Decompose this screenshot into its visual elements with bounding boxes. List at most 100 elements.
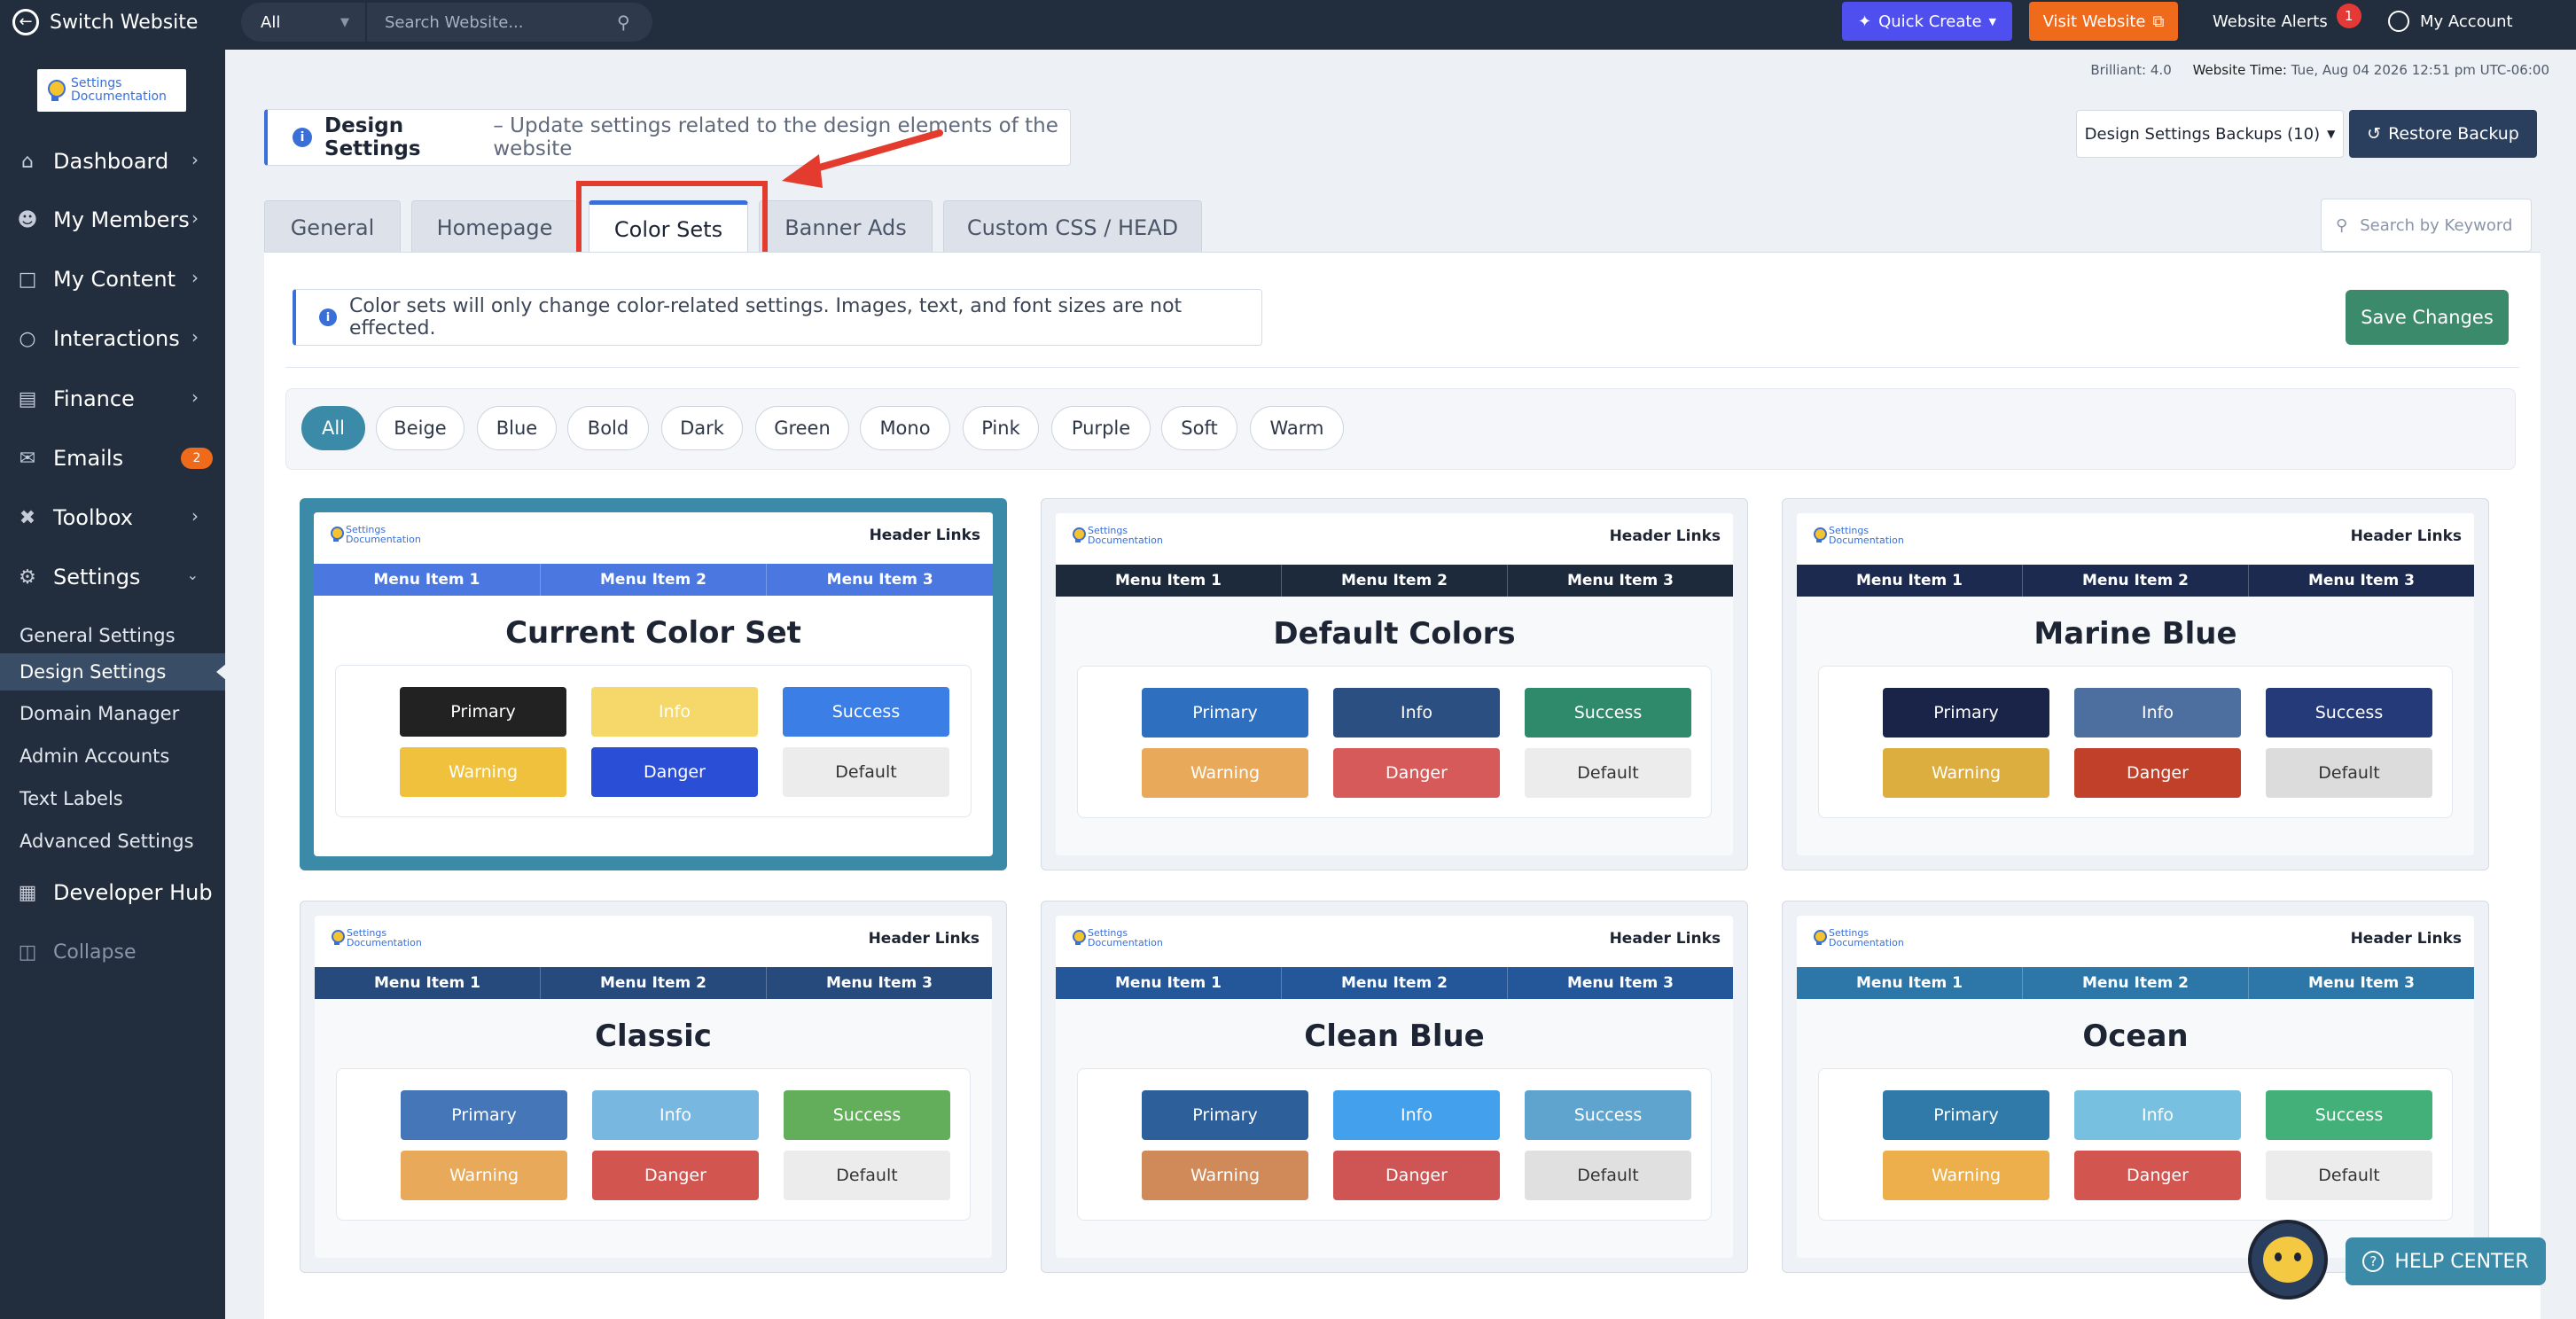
sidebar-collapse-button[interactable]: ◫ Collapse bbox=[0, 925, 225, 979]
tab-custom-css-head[interactable]: Custom CSS / HEAD bbox=[943, 200, 1202, 254]
website-alerts-label: Website Alerts bbox=[2213, 12, 2328, 31]
site-logo[interactable]: Settings Documentation bbox=[37, 69, 186, 112]
filter-chip-mono[interactable]: Mono bbox=[860, 406, 950, 450]
preview-menu: Menu Item 1 Menu Item 2 Menu Item 3 bbox=[1797, 967, 2474, 999]
tab-banner-ads[interactable]: Banner Ads bbox=[759, 200, 933, 254]
lightbulb-icon bbox=[1813, 929, 1827, 947]
sidebar-sub-general-settings[interactable]: General Settings bbox=[0, 617, 225, 654]
preview-menu-item: Menu Item 1 bbox=[315, 967, 541, 999]
preview-button-warning: Warning bbox=[1142, 1151, 1308, 1200]
lightbulb-icon bbox=[46, 78, 66, 103]
external-link-icon: ⧉ bbox=[2152, 12, 2165, 31]
scope-select[interactable]: All ▼ bbox=[241, 3, 367, 42]
folder-icon: □ bbox=[18, 268, 37, 291]
switch-website-button[interactable]: ← Switch Website bbox=[12, 0, 198, 44]
switch-website-label: Switch Website bbox=[50, 11, 199, 34]
sidebar-sub-text-labels[interactable]: Text Labels bbox=[0, 780, 225, 817]
color-set-card[interactable]: Settings Documentation Header Links Menu It… bbox=[300, 498, 1007, 870]
filter-chip-beige[interactable]: Beige bbox=[376, 406, 464, 450]
chevron-right-icon: › bbox=[191, 207, 199, 229]
filter-chip-bold[interactable]: Bold bbox=[567, 406, 649, 450]
my-account-button[interactable]: My Account bbox=[2388, 0, 2513, 43]
website-search: All ▼ Search Website... ⚲ bbox=[241, 3, 652, 42]
sidebar-sub-advanced-settings[interactable]: Advanced Settings bbox=[0, 823, 225, 860]
preview-menu-item: Menu Item 1 bbox=[1797, 967, 2023, 999]
keyword-search-input[interactable]: ⚲ Search by Keyword bbox=[2321, 199, 2532, 252]
color-set-card[interactable]: Settings Documentation Header Links Menu It… bbox=[1782, 901, 2489, 1273]
website-alerts-button[interactable]: Website Alerts 1 bbox=[2213, 0, 2361, 43]
lightbulb-icon bbox=[1072, 527, 1086, 544]
preview-button-default: Default bbox=[2266, 748, 2432, 798]
help-bot-avatar[interactable] bbox=[2248, 1220, 2328, 1299]
preview-button-group: Primary Info Success Warning Danger Default bbox=[335, 665, 972, 817]
preview-button-success: Success bbox=[1525, 1090, 1691, 1140]
preview-button-danger: Danger bbox=[2074, 1151, 2241, 1200]
quick-create-button[interactable]: ✦ Quick Create ▼ bbox=[1842, 2, 2012, 41]
members-icon: ☻ bbox=[17, 208, 38, 231]
question-icon: ? bbox=[2362, 1251, 2385, 1272]
search-input[interactable]: Search Website... bbox=[367, 13, 617, 32]
filter-chip-soft[interactable]: Soft bbox=[1161, 406, 1237, 450]
color-set-card[interactable]: Settings Documentation Header Links Menu It… bbox=[1782, 498, 2489, 870]
preview-button-warning: Warning bbox=[1883, 1151, 2049, 1200]
sidebar-item-settings[interactable]: ⚙ Settings ⌄ bbox=[0, 550, 225, 604]
preview-menu-item: Menu Item 2 bbox=[1282, 967, 1508, 999]
sidebar-sub-domain-manager[interactable]: Domain Manager bbox=[0, 695, 225, 732]
help-center-button[interactable]: ? HELP CENTER bbox=[2346, 1237, 2546, 1285]
color-set-card[interactable]: Settings Documentation Header Links Menu It… bbox=[300, 901, 1007, 1273]
chevron-right-icon: › bbox=[191, 267, 199, 288]
chevron-right-icon: › bbox=[191, 326, 199, 347]
preview-button-primary: Primary bbox=[1142, 1090, 1308, 1140]
divider bbox=[285, 367, 2519, 368]
filter-chip-green[interactable]: Green bbox=[755, 406, 849, 450]
preview-button-danger: Danger bbox=[1333, 1151, 1500, 1200]
filter-chip-blue[interactable]: Blue bbox=[477, 406, 557, 450]
search-icon[interactable]: ⚲ bbox=[617, 12, 652, 33]
sidebar-item-developer-hub[interactable]: ▦ Developer Hub bbox=[0, 866, 225, 919]
color-set-preview: Settings Documentation Header Links Menu It… bbox=[314, 512, 993, 856]
preview-menu: Menu Item 1 Menu Item 2 Menu Item 3 bbox=[315, 967, 992, 999]
preview-menu-item: Menu Item 2 bbox=[541, 564, 768, 596]
visit-website-button[interactable]: Visit Website ⧉ bbox=[2029, 2, 2178, 41]
tab-general[interactable]: General bbox=[264, 200, 401, 254]
preview-button-primary: Primary bbox=[400, 687, 566, 737]
tab-homepage[interactable]: Homepage bbox=[411, 200, 578, 254]
sidebar-item-emails[interactable]: ✉ Emails 2 bbox=[0, 432, 225, 485]
sidebar-item-interactions[interactable]: ○ Interactions › bbox=[0, 312, 225, 365]
sidebar-item-my-content[interactable]: □ My Content › bbox=[0, 253, 225, 306]
preview-button-warning: Warning bbox=[1883, 748, 2049, 798]
preview-header: Settings Documentation Header Links bbox=[1056, 513, 1733, 565]
preview-header: Settings Documentation Header Links bbox=[1797, 513, 2474, 565]
color-set-preview: Settings Documentation Header Links Menu It… bbox=[1056, 513, 1733, 855]
preview-menu: Menu Item 1 Menu Item 2 Menu Item 3 bbox=[1056, 967, 1733, 999]
restore-backup-button[interactable]: ↺ Restore Backup bbox=[2349, 110, 2537, 158]
design-backups-dropdown[interactable]: Design Settings Backups (10) ▼ bbox=[2076, 110, 2344, 158]
page-title: Design Settings bbox=[324, 114, 421, 160]
save-changes-button[interactable]: Save Changes bbox=[2346, 290, 2509, 345]
preview-button-danger: Danger bbox=[591, 747, 758, 797]
preview-button-group: Primary Info Success Warning Danger Default bbox=[336, 1068, 971, 1221]
sidebar-item-finance[interactable]: ▤ Finance › bbox=[0, 372, 225, 425]
sidebar-item-my-members[interactable]: ☻ My Members › bbox=[0, 193, 225, 246]
filter-chip-pink[interactable]: Pink bbox=[963, 406, 1039, 450]
sidebar-sub-design-settings[interactable]: Design Settings bbox=[0, 653, 227, 691]
filter-chip-purple[interactable]: Purple bbox=[1051, 406, 1151, 450]
preview-menu-item: Menu Item 3 bbox=[1566, 974, 1674, 992]
sidebar-sub-admin-accounts[interactable]: Admin Accounts bbox=[0, 738, 225, 775]
sidebar-item-dashboard[interactable]: ⌂ Dashboard › bbox=[0, 135, 225, 188]
filter-chip-all[interactable]: All bbox=[301, 406, 365, 450]
sidebar-item-toolbox[interactable]: ✖ Toolbox › bbox=[0, 491, 225, 544]
preview-button-default: Default bbox=[1525, 748, 1691, 798]
color-set-card[interactable]: Settings Documentation Header Links Menu It… bbox=[1041, 901, 1748, 1273]
restore-icon: ↺ bbox=[2367, 124, 2382, 144]
chat-icon: ○ bbox=[19, 327, 36, 350]
filter-chip-warm[interactable]: Warm bbox=[1250, 406, 1344, 450]
color-set-card[interactable]: Settings Documentation Header Links Menu It… bbox=[1041, 498, 1748, 870]
home-icon: ⌂ bbox=[21, 150, 34, 173]
bot-face-icon bbox=[2263, 1237, 2313, 1283]
filter-chip-dark[interactable]: Dark bbox=[661, 406, 743, 450]
preview-button-group: Primary Info Success Warning Danger Default bbox=[1077, 1068, 1712, 1221]
preview-header: Settings Documentation Header Links bbox=[315, 916, 992, 967]
preview-button-default: Default bbox=[2266, 1151, 2432, 1200]
preview-header: Settings Documentation Header Links bbox=[1797, 916, 2474, 967]
